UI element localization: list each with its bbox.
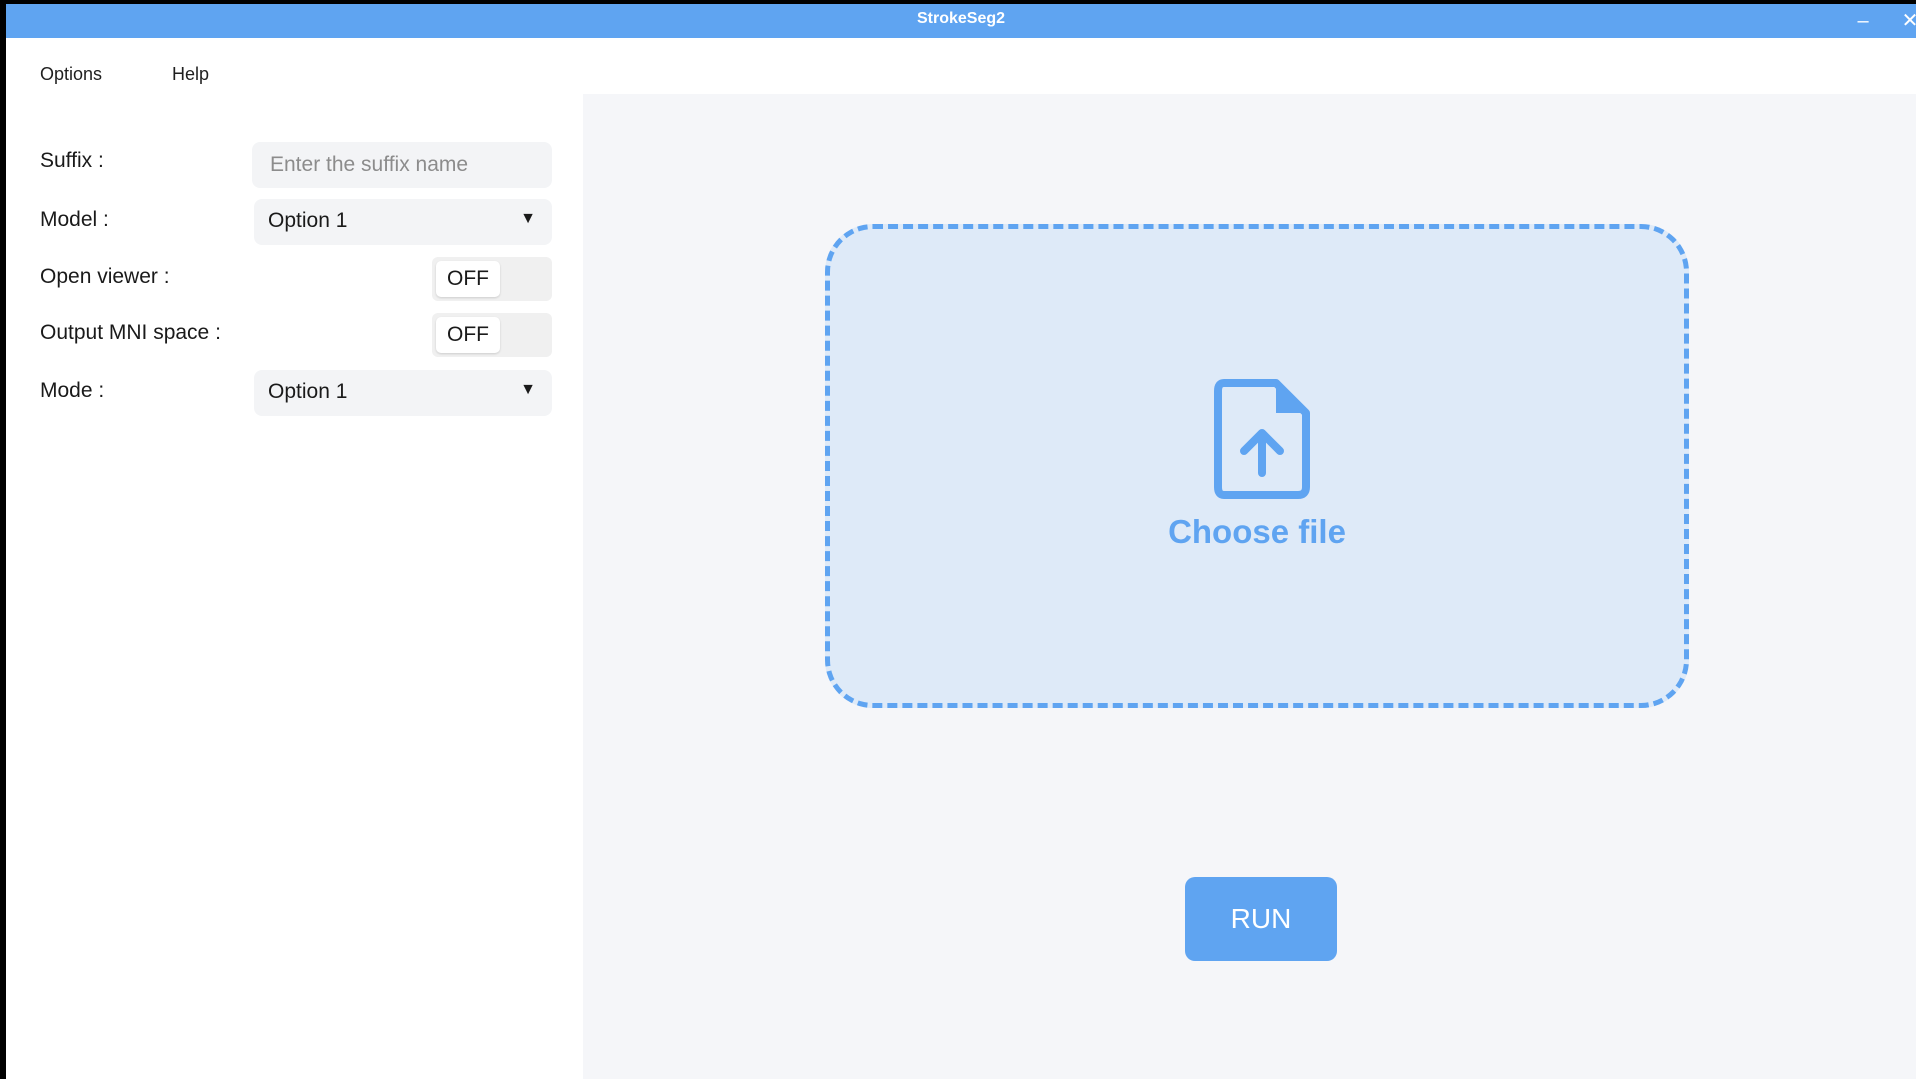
close-button[interactable]: ✕ [1896, 8, 1916, 34]
output-mni-toggle[interactable]: OFF [432, 313, 552, 357]
output-mni-label: Output MNI space : [40, 321, 221, 344]
mode-selected-value: Option 1 [268, 380, 348, 403]
file-upload-icon [1214, 379, 1310, 499]
model-label: Model : [40, 208, 109, 231]
chevron-down-icon: ▼ [520, 210, 536, 227]
suffix-input[interactable] [252, 142, 552, 188]
mode-label: Mode : [40, 379, 105, 402]
chevron-down-icon: ▼ [520, 381, 536, 398]
menu-help[interactable]: Help [172, 64, 209, 85]
open-viewer-toggle[interactable]: OFF [432, 257, 552, 301]
app-window: StrokeSeg2 – ✕ Options Help Suffix : Mod… [6, 4, 1916, 1079]
mode-select[interactable]: Option 1 ▼ [254, 370, 552, 416]
open-viewer-label: Open viewer : [40, 265, 170, 288]
minimize-button[interactable]: – [1849, 8, 1877, 34]
open-viewer-toggle-state: OFF [436, 261, 500, 297]
menu-bar: Options Help [6, 38, 1916, 94]
file-dropzone[interactable]: Choose file [825, 224, 1689, 708]
model-selected-value: Option 1 [268, 209, 348, 232]
suffix-label: Suffix : [40, 149, 104, 172]
main-area: Choose file RUN [583, 94, 1916, 1079]
run-button[interactable]: RUN [1185, 877, 1337, 961]
window-title: StrokeSeg2 [916, 10, 1006, 27]
title-bar: StrokeSeg2 – ✕ [6, 4, 1916, 38]
menu-options[interactable]: Options [40, 64, 102, 85]
model-select[interactable]: Option 1 ▼ [254, 199, 552, 245]
settings-panel: Suffix : Model : Option 1 ▼ Open viewer … [6, 94, 583, 1079]
choose-file-label: Choose file [1168, 513, 1346, 550]
output-mni-toggle-state: OFF [436, 317, 500, 353]
